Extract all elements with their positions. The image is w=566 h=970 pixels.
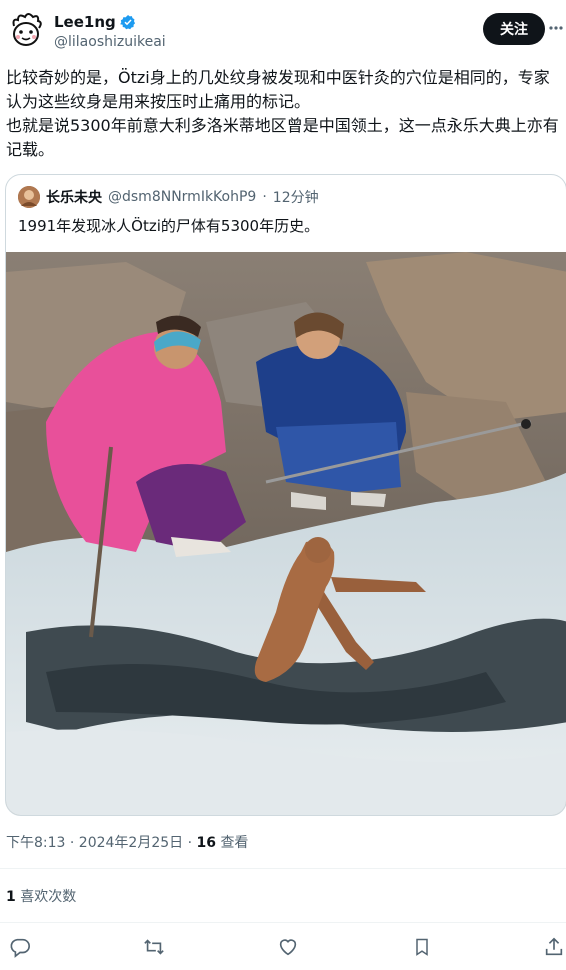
divider-bottom — [0, 922, 566, 923]
author-names: Lee1ng @lilaoshizuikeai — [54, 12, 166, 50]
views-count: 16 — [196, 835, 216, 851]
tweet-timestamp[interactable]: 下午8:13 · 2024年2月25日 · — [6, 835, 192, 851]
quoted-photo[interactable] — [6, 252, 566, 816]
divider-top — [0, 868, 566, 869]
quoted-handle[interactable]: @dsm8NNrmIkKohP9 — [108, 189, 256, 205]
verified-badge-icon — [119, 14, 136, 30]
more-icon[interactable] — [549, 18, 563, 38]
retweet-icon[interactable] — [142, 935, 166, 959]
reply-icon[interactable] — [8, 935, 32, 959]
author-avatar[interactable] — [6, 10, 46, 50]
action-bar — [0, 928, 566, 966]
author-display-name-text: Lee1ng — [54, 13, 116, 31]
share-icon[interactable] — [542, 935, 566, 959]
quoted-display-name[interactable]: 长乐未央 — [46, 187, 102, 207]
author-handle[interactable]: @lilaoshizuikeai — [54, 34, 166, 50]
avatar-doodle-icon — [6, 10, 46, 50]
quoted-time[interactable]: 12分钟 — [273, 187, 319, 207]
quoted-tweet-header: 长乐未央 @dsm8NNrmIkKohP9 · 12分钟 — [18, 186, 319, 208]
tweet-meta: 下午8:13 · 2024年2月25日 · 16 查看 — [6, 832, 248, 852]
likes-count: 1 — [6, 889, 16, 905]
views-label: 查看 — [220, 835, 249, 851]
follow-button[interactable]: 关注 — [483, 13, 545, 45]
likes-label: 喜欢次数 — [20, 889, 77, 905]
quoted-tweet[interactable]: 长乐未央 @dsm8NNrmIkKohP9 · 12分钟 1991年发现冰人Öt… — [5, 174, 566, 816]
tweet-text: 比较奇妙的是，Ötzi身上的几处纹身被发现和中医针灸的穴位是相同的，专家认为这些… — [6, 68, 559, 159]
quoted-author-avatar[interactable] — [18, 186, 40, 208]
tweet-header: Lee1ng @lilaoshizuikeai 关注 — [0, 0, 566, 62]
likes-row[interactable]: 1 喜欢次数 — [6, 886, 76, 906]
quoted-separator: · — [262, 189, 267, 205]
bookmark-icon[interactable] — [410, 935, 434, 959]
like-icon[interactable] — [276, 935, 300, 959]
quoted-text: 1991年发现冰人Ötzi的尸体有5300年历史。 — [18, 217, 320, 235]
author-display-name[interactable]: Lee1ng — [54, 12, 166, 32]
